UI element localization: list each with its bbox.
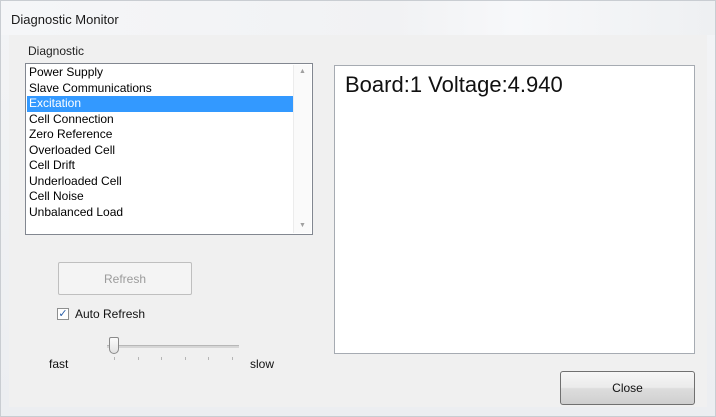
slider-tick bbox=[185, 357, 186, 360]
auto-refresh-checkbox[interactable]: ✓ bbox=[57, 308, 69, 320]
diagnostic-list-item[interactable]: Overloaded Cell bbox=[27, 143, 293, 159]
title-bar[interactable]: Diagnostic Monitor bbox=[1, 1, 715, 35]
list-scrollbar[interactable]: ▲ ▼ bbox=[293, 65, 311, 233]
close-button[interactable]: Close bbox=[560, 371, 695, 405]
speed-fast-label: fast bbox=[49, 357, 69, 371]
slider-tick bbox=[161, 357, 162, 360]
diagnostic-list-item[interactable]: Unbalanced Load bbox=[27, 205, 293, 221]
scroll-up-icon[interactable]: ▲ bbox=[294, 65, 311, 79]
diagnostic-list-item[interactable]: Slave Communications bbox=[27, 81, 293, 97]
slider-tick bbox=[138, 357, 139, 360]
diagnostic-output-text: Board:1 Voltage:4.940 bbox=[345, 72, 563, 97]
diagnostic-group-label: Diagnostic bbox=[28, 44, 85, 58]
slider-track[interactable] bbox=[107, 345, 239, 348]
refresh-button[interactable]: Refresh bbox=[58, 262, 192, 295]
diagnostic-list-item[interactable]: Power Supply bbox=[27, 65, 293, 81]
diagnostic-list-item[interactable]: Zero Reference bbox=[27, 127, 293, 143]
diagnostic-list-item[interactable]: Cell Connection bbox=[27, 112, 293, 128]
diagnostic-monitor-window: Diagnostic Monitor Diagnostic Power Supp… bbox=[0, 0, 716, 417]
slider-thumb[interactable] bbox=[109, 337, 119, 354]
scroll-down-icon[interactable]: ▼ bbox=[294, 219, 311, 233]
slider-tick bbox=[114, 357, 115, 360]
diagnostic-list-item[interactable]: Cell Drift bbox=[27, 158, 293, 174]
slider-tick bbox=[232, 357, 233, 360]
speed-slow-label: slow bbox=[250, 357, 275, 371]
diagnostic-listbox[interactable]: Power Supply Slave Communications Excitati… bbox=[25, 63, 313, 235]
diagnostic-output-panel: Board:1 Voltage:4.940 bbox=[334, 65, 695, 354]
auto-refresh-label[interactable]: Auto Refresh bbox=[75, 307, 145, 321]
window-title: Diagnostic Monitor bbox=[11, 12, 119, 27]
dialog-body: Diagnostic Power Supply Slave Communicati… bbox=[9, 35, 707, 407]
diagnostic-list: Power Supply Slave Communications Excitati… bbox=[27, 65, 293, 233]
slider-tick bbox=[208, 357, 209, 360]
diagnostic-list-item[interactable]: Underloaded Cell bbox=[27, 174, 293, 190]
diagnostic-list-item[interactable]: Excitation bbox=[27, 96, 293, 112]
refresh-speed-slider[interactable] bbox=[105, 333, 245, 369]
diagnostic-list-item[interactable]: Cell Noise bbox=[27, 189, 293, 205]
